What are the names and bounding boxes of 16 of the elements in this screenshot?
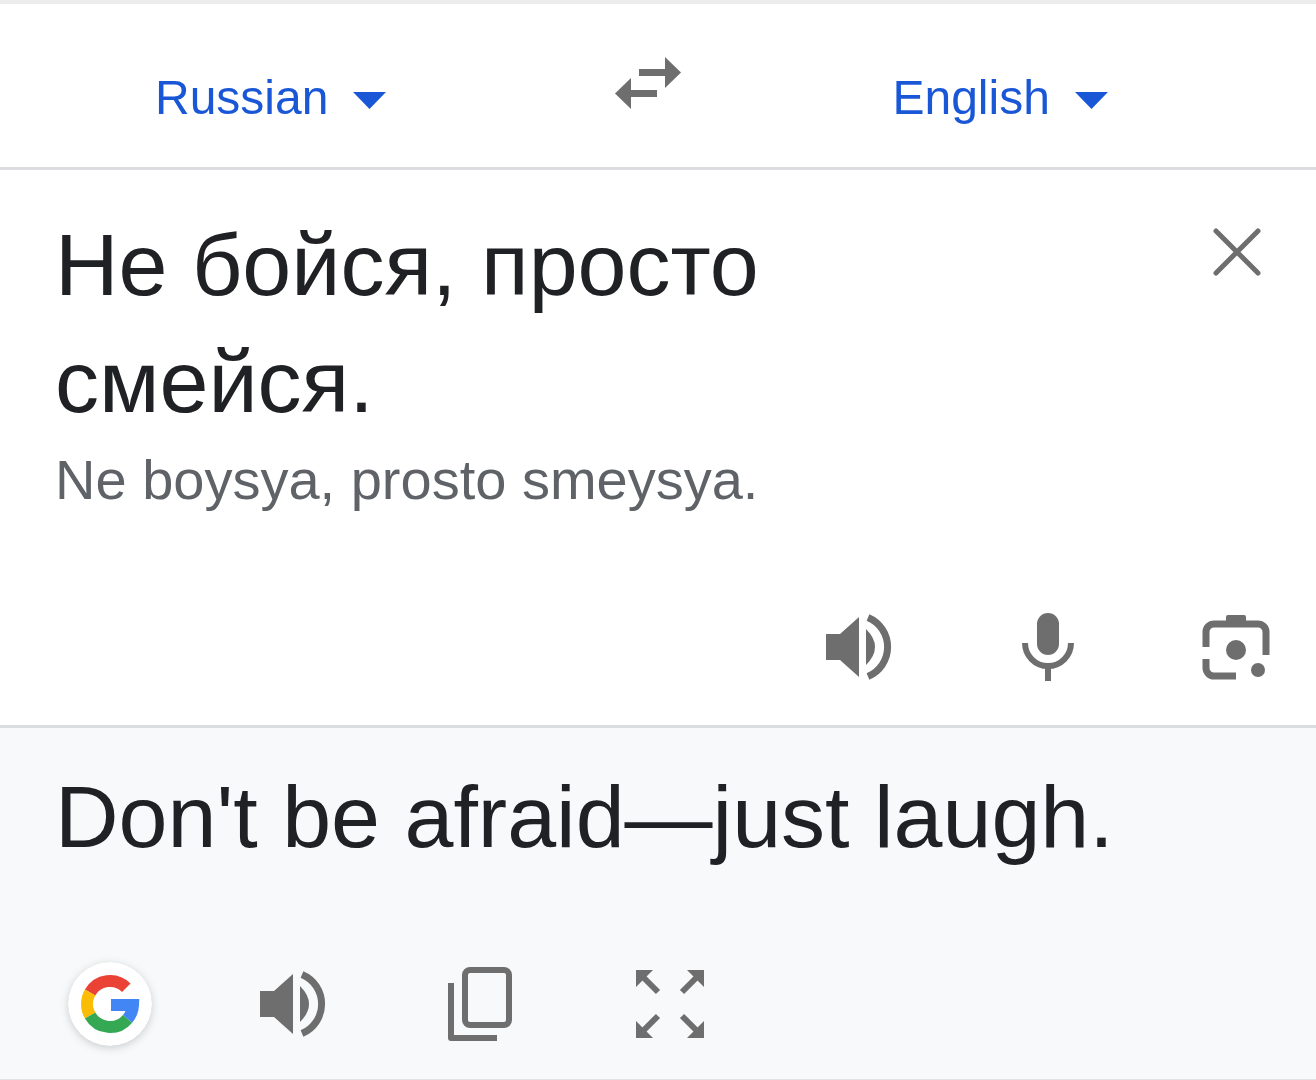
caret-icon [353, 92, 387, 109]
copy-icon[interactable] [448, 967, 512, 1041]
translation-text: Don't be afraid—just laugh. [55, 766, 1115, 868]
source-text-field[interactable]: Не бойся, просто смейся. [55, 206, 1065, 440]
language-button[interactable]: English [892, 70, 1108, 125]
speaker-icon[interactable] [260, 971, 327, 1037]
microphone-icon[interactable] [1021, 613, 1075, 681]
speaker-icon[interactable] [826, 614, 893, 680]
swap-icon[interactable] [615, 56, 682, 109]
fullscreen-icon[interactable] [636, 970, 704, 1038]
camera-icon[interactable] [1202, 614, 1270, 680]
transliteration-text: Ne boysya, prosto smeysya. [55, 447, 760, 513]
g-logo-icon[interactable] [68, 962, 152, 1046]
close-icon[interactable] [1212, 227, 1262, 277]
caret-icon [1074, 92, 1108, 109]
language-button[interactable]: Russian [155, 70, 387, 125]
